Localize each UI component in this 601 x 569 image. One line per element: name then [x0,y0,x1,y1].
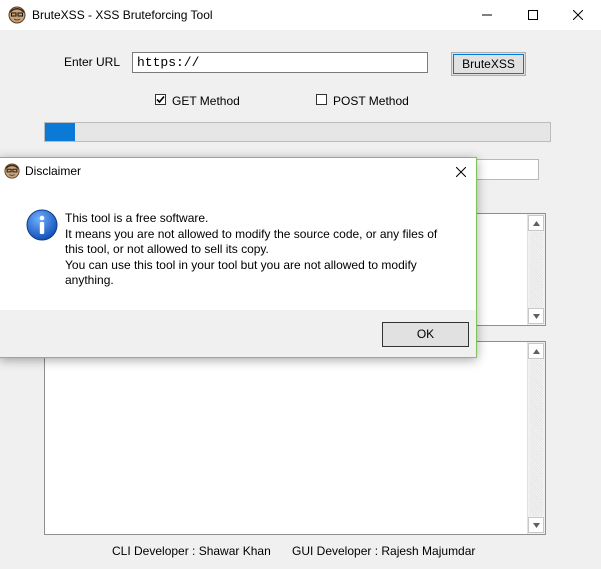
close-icon[interactable] [555,0,601,30]
disclaimer-dialog: Disclaimer This tool is a free software.… [0,157,477,358]
ok-button[interactable]: OK [382,322,469,347]
message-line: this tool, or not allowed to sell its co… [65,242,269,256]
get-method-label[interactable]: GET Method [172,94,240,108]
dialog-titlebar[interactable]: Disclaimer [0,158,476,185]
app-avatar-icon [8,6,26,24]
scrollbar[interactable] [527,342,545,534]
progress-fill [45,123,75,141]
progress-bar [44,122,551,142]
message-line: anything. [65,273,114,287]
url-label: Enter URL [64,55,121,69]
cli-developer-credit: CLI Developer : Shawar Khan [112,544,271,558]
close-icon[interactable] [446,158,476,185]
scroll-up-icon[interactable] [528,215,544,231]
brutexss-button[interactable]: BruteXSS [451,52,526,76]
main-titlebar[interactable]: BruteXSS - XSS Bruteforcing Tool [0,0,601,30]
message-line: You can use this tool in your tool but y… [65,257,417,272]
brutexss-button-label: BruteXSS [462,57,515,71]
gui-developer-credit: GUI Developer : Rajesh Majumdar [292,544,476,558]
secondary-input[interactable] [475,159,539,180]
get-method-checkbox[interactable] [155,94,166,105]
scroll-down-icon[interactable] [528,308,544,324]
scrollbar[interactable] [527,214,545,325]
post-method-label[interactable]: POST Method [333,94,409,108]
message-line: This tool is a free software. [65,211,209,225]
app-avatar-icon [4,163,20,179]
scroll-up-icon[interactable] [528,343,544,359]
post-method-checkbox[interactable] [316,94,327,105]
info-icon [26,209,58,241]
message-line: It means you are not allowed to modify t… [65,226,438,241]
dialog-title: Disclaimer [25,164,82,178]
minimize-icon[interactable] [464,0,510,30]
url-input[interactable]: https:// [132,52,428,73]
dialog-message: This tool is a free software. It means y… [65,211,465,289]
output-textarea-bottom[interactable] [44,341,546,535]
maximize-icon[interactable] [510,0,556,30]
window-title: BruteXSS - XSS Bruteforcing Tool [32,8,213,22]
scroll-down-icon[interactable] [528,517,544,533]
